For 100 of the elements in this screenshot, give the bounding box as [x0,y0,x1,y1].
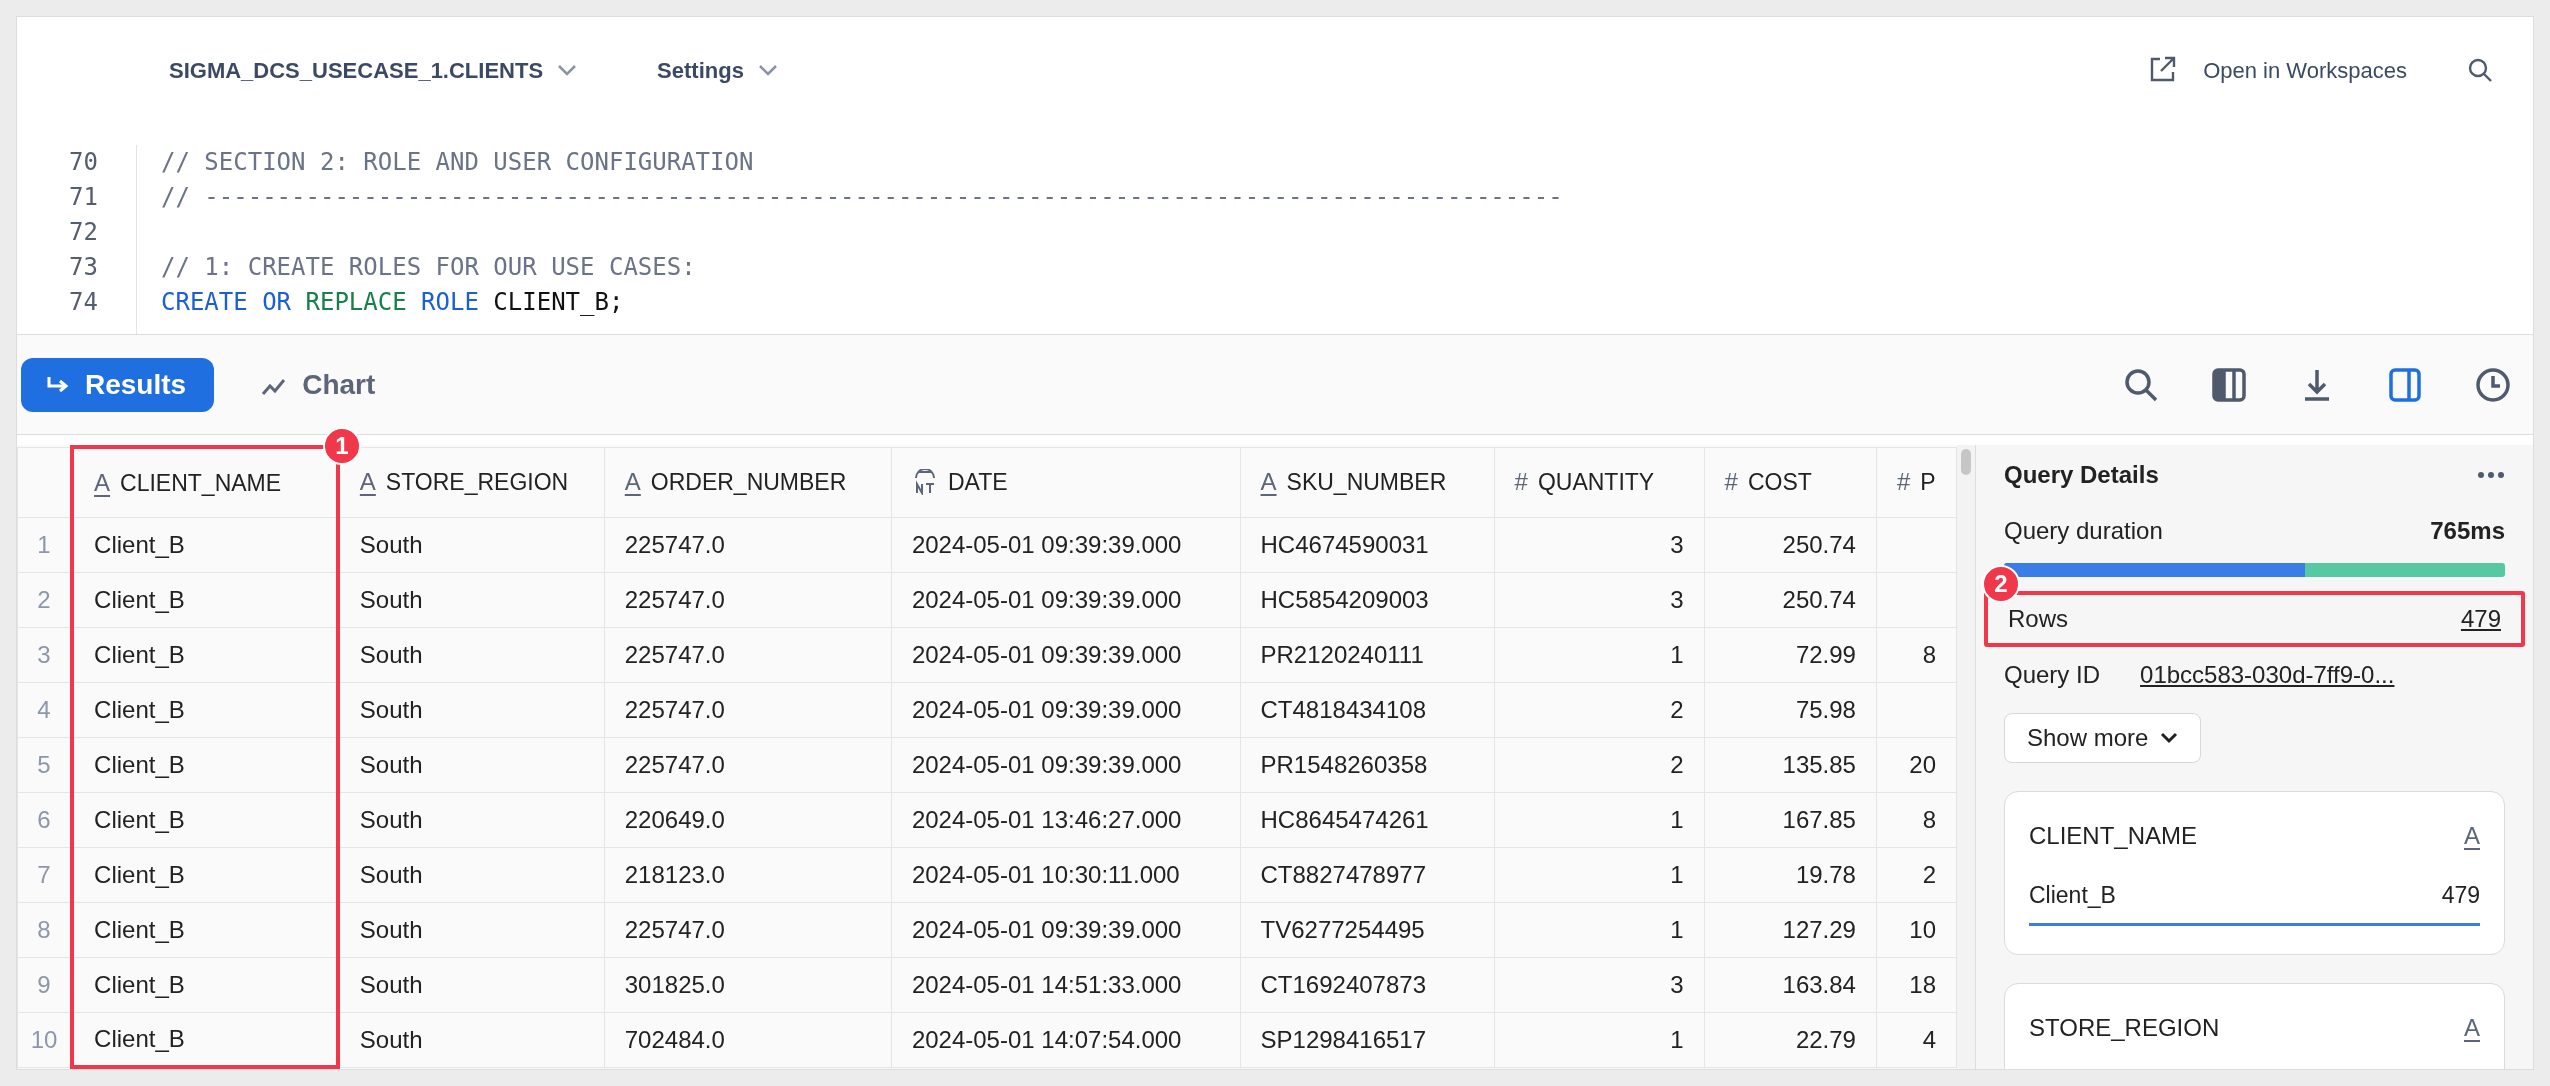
line-number: 70 [68,147,98,178]
number-type-icon: # [1724,464,1738,500]
table-cell: 135.85 [1704,737,1877,792]
query-id-link[interactable]: 01bcc583-030d-7ff9-0... [2140,657,2395,693]
table-cell: 225747.0 [604,737,892,792]
table-cell: Client_B [72,737,338,792]
table-cell: HC5854209003 [1240,572,1495,627]
text-type-icon: A [2464,1009,2480,1046]
table-cell: South [337,627,605,682]
table-cell: 2024-05-01 10:30:11.000 [891,847,1241,902]
table-cell: 18 [1876,957,1957,1012]
table-cell: 4 [1876,1012,1957,1067]
table-cell: 2024-05-01 09:39:39.000 [891,902,1241,957]
number-type-icon: # [1514,464,1528,500]
text-type-icon: A [624,464,641,500]
table-cell: 225747.0 [604,572,892,627]
table-cell: 8 [1876,792,1957,847]
row-number: 3 [17,627,73,682]
table-cell: 225747.0 [604,682,892,737]
table-cell: South [337,847,605,902]
table-cell: 301825.0 [604,957,892,1012]
code-line: CREATE OR REPLACE ROLE CLIENT_B; [161,287,625,318]
table-cell: South [337,517,605,572]
line-number: 72 [68,217,98,248]
table-cell: 2 [1494,682,1704,737]
column-name: STORE_REGION [385,467,569,497]
text-type-icon: A [1260,464,1277,500]
panel-title: Query Details [2004,460,2159,490]
column-header[interactable]: # P [1876,447,1957,517]
chevron-down-icon[interactable] [757,64,778,76]
table-cell: 22.79 [1704,1012,1877,1067]
table-cell: 702484.0 [604,1012,892,1067]
table-cell: 225747.0 [604,517,892,572]
chevron-down-icon[interactable] [557,64,578,76]
settings-menu[interactable]: Settings [657,53,744,87]
rows-count-link[interactable]: 479 [2460,601,2501,637]
table-cell: 2024-05-01 14:51:33.000 [891,957,1241,1012]
table-cell: 2024-05-01 09:39:39.000 [891,682,1241,737]
table-cell: South [337,792,605,847]
table-cell: 1 [1494,627,1704,682]
table-cell: 3 [1494,957,1704,1012]
row-number: 5 [17,737,73,792]
column-name: P [1920,467,1936,497]
column-name: DATE [947,467,1008,497]
table-cell: 2024-05-01 14:07:54.000 [891,1012,1241,1067]
table-cell: 2024-05-01 13:46:27.000 [891,792,1241,847]
scrollbar[interactable] [1957,445,1975,1069]
table-cell: Client_B [72,572,338,627]
table-cell: Client_B [72,902,338,957]
table-cell: 8 [1876,627,1957,682]
open-in-workspaces-link[interactable]: Open in Workspaces [2203,53,2407,87]
row-number: 4 [17,682,73,737]
table-cell: South [337,957,605,1012]
table-cell: 167.85 [1704,792,1877,847]
table-cell: 2 [1876,847,1957,902]
code-line: // SECTION 2: ROLE AND USER CONFIGURATION [161,147,755,178]
table-cell: Client_B [72,627,338,682]
row-number: 2 [17,572,73,627]
column-header[interactable]: A SKU_NUMBER [1240,447,1495,517]
table-cell: SP1298416517 [1240,1012,1495,1067]
table-cell: South [337,902,605,957]
table-cell: South [337,572,605,627]
code-line: // ---------------------------------------------------------------------------------------------- [161,182,1563,213]
table-cell: Client_B [72,847,338,902]
line-number: 74 [68,287,98,318]
table-cell: Client_B [72,957,338,1012]
duration-value: 765ms [2430,516,2505,546]
table-cell: 250.74 [1704,517,1877,572]
column-header[interactable]: A ORDER_NUMBER [604,447,892,517]
table-cell: CT4818434108 [1240,682,1495,737]
table-cell: HC4674590031 [1240,517,1495,572]
more-options-icon[interactable] [2477,471,2505,479]
table-cell: PR1548260358 [1240,737,1495,792]
results-tab[interactable]: Results [21,357,215,412]
annotation-badge: 2 [1982,565,2020,603]
table-cell: Client_B [72,1012,338,1067]
column-header[interactable]: # QUANTITY [1494,447,1704,517]
value-label: Client_B [2029,881,2116,910]
table-cell: South [337,1012,605,1067]
chevron-down-icon [2160,732,2179,744]
table-cell: HC8645474261 [1240,792,1495,847]
dataset-name[interactable]: SIGMA_DCS_USECASE_1.CLIENTS [169,53,544,87]
text-type-icon: A [94,464,111,501]
table-cell: Client_B [72,792,338,847]
table-cell: 19.78 [1704,847,1877,902]
table-cell: 75.98 [1704,682,1877,737]
search-icon[interactable] [2467,57,2493,83]
row-number: 7 [17,847,73,902]
table-cell: Client_B [72,517,338,572]
table-cell: 2024-05-01 09:39:39.000 [891,627,1241,682]
table-cell: PR2120240111 [1240,627,1495,682]
chart-tab[interactable]: Chart [238,357,404,412]
column-header[interactable]: # COST [1704,447,1877,517]
table-cell: CT1692407873 [1240,957,1495,1012]
column-header[interactable]: DATE [891,447,1241,517]
column-name: CLIENT_NAME [120,468,282,498]
text-type-icon: A [359,464,376,500]
show-more-button[interactable]: Show more [2004,713,2202,763]
table-cell: 72.99 [1704,627,1877,682]
summary-column-name: CLIENT_NAME [2029,821,2198,851]
